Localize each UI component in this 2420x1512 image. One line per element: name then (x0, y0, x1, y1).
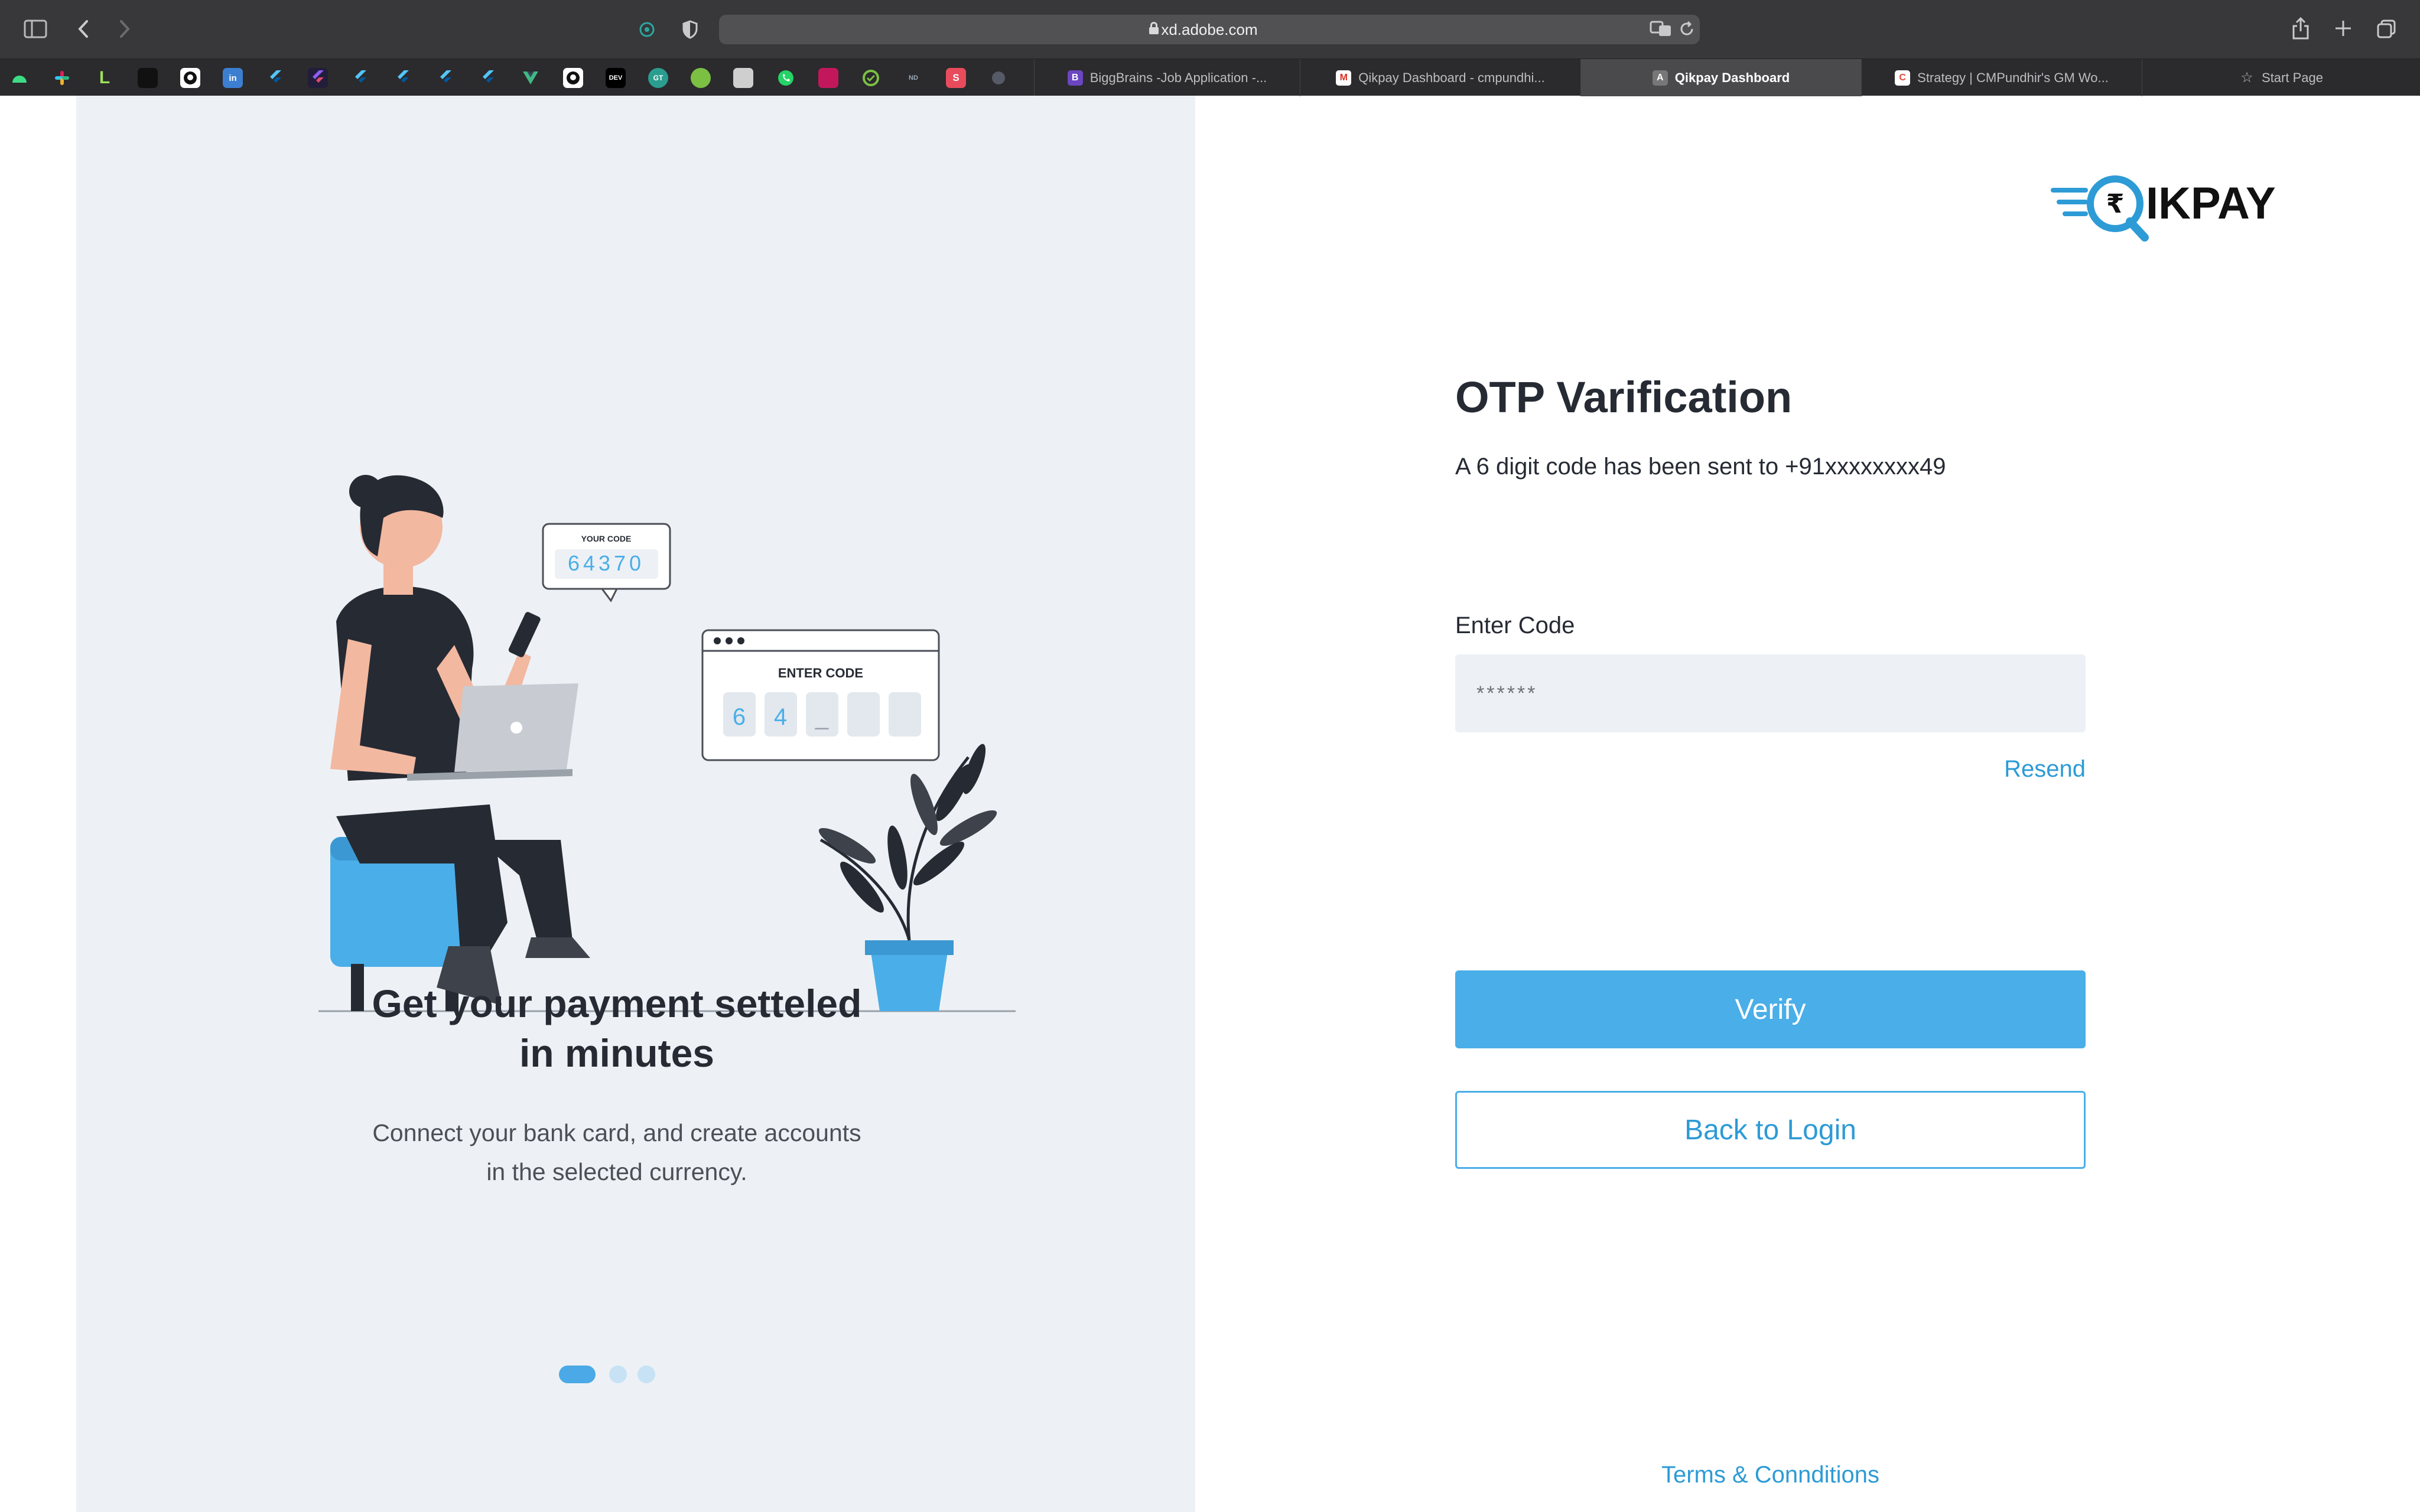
pinned-tab-red-icon[interactable] (818, 68, 838, 88)
tab-favicon-icon: B (1067, 70, 1083, 86)
qikpay-logo: ₹ IKPAY (2051, 175, 2276, 242)
back-to-login-button[interactable]: Back to Login (1455, 1091, 2086, 1169)
pinned-tab-globe-icon[interactable] (988, 68, 1009, 88)
code-digit: 6 (733, 704, 746, 730)
rupee-icon: ₹ (2106, 189, 2125, 219)
tab-overview-icon[interactable] (2375, 18, 2398, 40)
pinned-tab-s-icon[interactable]: S (946, 68, 966, 88)
logo-text: IKPAY (2146, 178, 2276, 229)
onboarding-panel: YOUR CODE 64370 ENTER CODE 6 4 _ Get you… (76, 96, 1195, 1512)
pinned-tab-image-icon[interactable] (733, 68, 753, 88)
slide-description: Connect your bank card, and create accou… (76, 1113, 1157, 1191)
extension-icon[interactable] (638, 21, 656, 38)
pinned-tab-dark-icon[interactable] (138, 68, 158, 88)
tab-label: Qikpay Dashboard (1674, 70, 1790, 85)
pinned-tab-flutter-icon[interactable] (350, 68, 370, 88)
carousel-dot[interactable] (609, 1366, 627, 1383)
page-title: OTP Varification (1455, 373, 1793, 422)
slide-title: Get your payment setteled in minutes (76, 979, 1157, 1078)
star-icon: ☆ (2240, 70, 2253, 86)
verify-button[interactable]: Verify (1455, 970, 2086, 1048)
pinned-tab-nd-icon[interactable]: ND (903, 68, 923, 88)
pinned-tab-flutter-icon[interactable] (265, 68, 285, 88)
pinned-tab-flutter-icon[interactable] (393, 68, 413, 88)
slide-title-line: Get your payment setteled (372, 982, 862, 1025)
resend-link[interactable]: Resend (1950, 756, 2086, 783)
pinned-tab-whatsapp-icon[interactable] (776, 68, 796, 88)
slide-title-line: in minutes (519, 1031, 715, 1075)
otp-illustration: YOUR CODE 64370 ENTER CODE 6 4 _ (318, 475, 1016, 1012)
pinned-tab-green-icon[interactable] (691, 68, 711, 88)
code-digit: 4 (774, 704, 787, 730)
reload-icon[interactable] (1677, 19, 1697, 39)
otp-sent-message: A 6 digit code has been sent to +91xxxxx… (1455, 454, 1946, 480)
tab-label: Qikpay Dashboard - cmpundhi... (1358, 70, 1545, 85)
tab-start-page[interactable]: ☆ Start Page (2142, 59, 2420, 96)
pinned-tab-github-icon[interactable] (563, 68, 583, 88)
pinned-tab-gt-icon[interactable]: GT (648, 68, 668, 88)
tab-label: Strategy | CMPundhir's GM Wo... (1917, 70, 2109, 85)
pinned-tab-vue-icon[interactable] (521, 68, 541, 88)
otp-code-input[interactable] (1455, 654, 2086, 732)
tab-label: Start Page (2262, 70, 2323, 85)
tab-biggbrains[interactable]: B BiggBrains -Job Application -... (1034, 59, 1300, 96)
pinned-tab-letter-icon[interactable]: L (95, 68, 115, 88)
pinned-tab-invision-icon[interactable]: in (223, 68, 243, 88)
code-digit: _ (815, 704, 829, 730)
pinned-tab-flutter-icon[interactable] (478, 68, 498, 88)
tab-strategy[interactable]: C Strategy | CMPundhir's GM Wo... (1861, 59, 2142, 96)
carousel-dot[interactable] (637, 1366, 655, 1383)
slide-description-line: Connect your bank card, and create accou… (372, 1119, 861, 1146)
pinned-tab-slack-icon[interactable] (52, 68, 72, 88)
carousel-dot-active[interactable] (559, 1366, 596, 1383)
bubble-title: YOUR CODE (581, 534, 632, 543)
forward-arrow-icon[interactable] (116, 18, 134, 40)
address-bar[interactable]: xd.adobe.com (719, 15, 1700, 44)
tab-label: BiggBrains -Job Application -... (1089, 70, 1267, 85)
pinned-tab-dev-icon[interactable]: DEV (606, 68, 626, 88)
tab-qikpay-gmail[interactable]: M Qikpay Dashboard - cmpundhi... (1300, 59, 1580, 96)
tab-strip: L in DEV GT ND S B BiggBrains -Job Appli… (0, 58, 2420, 96)
pinned-tab-flutter-icon[interactable] (435, 68, 456, 88)
lock-icon (1149, 22, 1159, 35)
bubble-code: 64370 (568, 551, 645, 575)
translate-icon[interactable] (1650, 19, 1672, 38)
sidebar-toggle-icon[interactable] (24, 19, 47, 39)
url-text[interactable]: xd.adobe.com (719, 15, 1700, 44)
share-icon[interactable] (2290, 15, 2311, 41)
browser-toolbar: xd.adobe.com (0, 0, 2420, 58)
tab-qikpay-dashboard[interactable]: A Qikpay Dashboard (1580, 59, 1861, 96)
back-arrow-icon[interactable] (74, 18, 92, 40)
tab-favicon-icon: C (1895, 70, 1911, 86)
slide-description-line: in the selected currency. (486, 1158, 747, 1185)
adobe-xd-icon: A (1652, 70, 1668, 86)
gmail-icon: M (1336, 70, 1352, 86)
pinned-tab-android-icon[interactable] (9, 68, 30, 88)
pinned-tab-github-icon[interactable] (180, 68, 200, 88)
pinned-tab-flutter-dark-icon[interactable] (308, 68, 328, 88)
terms-link[interactable]: Terms & Connditions (1455, 1462, 2086, 1488)
privacy-shield-icon[interactable] (681, 19, 699, 40)
window-title: ENTER CODE (778, 666, 863, 680)
new-tab-icon[interactable] (2333, 18, 2354, 39)
pinned-tab-check-icon[interactable] (861, 68, 881, 88)
code-field-label: Enter Code (1455, 612, 1575, 638)
